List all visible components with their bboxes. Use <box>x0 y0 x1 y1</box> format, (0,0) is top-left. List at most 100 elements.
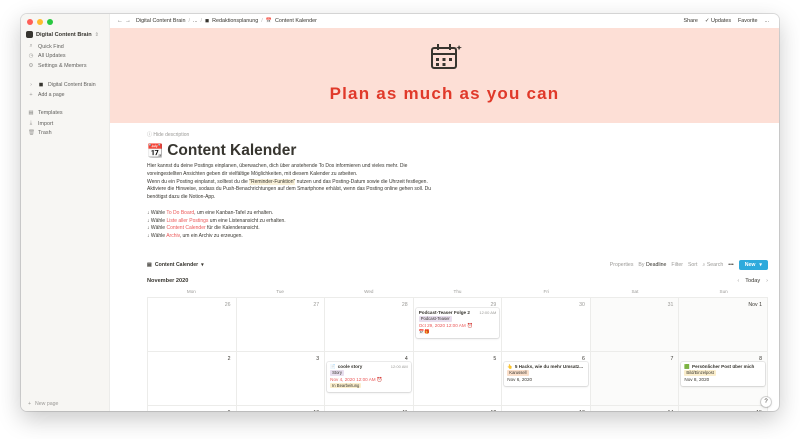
calendar-day-cell[interactable]: 8 🟩 Persönlicher Post über mich Bild/Einzel… <box>679 352 768 406</box>
calendar-card[interactable]: Podcast-Teaser Folge 2 12:00 AM Podcast-Te… <box>415 308 500 339</box>
day-number: 14 <box>668 410 674 411</box>
card-tag: Story <box>330 370 344 376</box>
view-links: ↓ Wähle To Do Board, um eine Kanban-Tafe… <box>147 210 286 240</box>
search-button[interactable]: ⌕ Search <box>702 262 723 269</box>
calendar-day-cell[interactable]: 30 <box>502 298 591 352</box>
trash-icon: 🗑 <box>28 130 35 136</box>
help-button[interactable]: ? <box>761 397 771 407</box>
sidebar: Digital Content Brain ⇕ ⌕ Quick Find ◷ A… <box>21 14 110 411</box>
day-number: 28 <box>401 302 408 308</box>
chevron-left-icon[interactable]: ‹ <box>737 278 739 284</box>
workspace-switcher[interactable]: Digital Content Brain ⇕ <box>26 31 99 38</box>
favorite-button[interactable]: Favorite <box>738 18 757 24</box>
calendar-day-cell[interactable]: 2 <box>148 352 237 406</box>
card-tag: Bild/Einzelpost <box>684 370 716 376</box>
chevron-down-icon[interactable]: ▾ <box>759 262 762 268</box>
chevron-updown-icon: ⇕ <box>94 31 99 38</box>
sort-button[interactable]: Sort <box>688 262 698 268</box>
list-item: ↓ Wähle Liste aller Postings um eine Lis… <box>147 217 286 224</box>
search-icon: ⌕ <box>702 261 706 268</box>
today-button[interactable]: Today <box>745 278 760 284</box>
weekday-label: Thu <box>453 289 462 294</box>
calendar-day-cell[interactable]: 6 👆 5 Hacks, wie du mehr Umsatz... Karussel… <box>502 352 591 406</box>
calendar-day-cell[interactable]: 11 <box>325 406 414 411</box>
sidebar-item-quick-find[interactable]: ⌕ Quick Find <box>28 43 63 50</box>
day-number: 10 <box>313 410 319 411</box>
link-to-do-board[interactable]: To Do Board <box>166 210 194 216</box>
calendar-day-cell[interactable]: 5 <box>413 352 503 406</box>
calendar-day-cell[interactable]: Nov 1 <box>679 298 768 352</box>
sidebar-item-templates[interactable]: ▦ Templates <box>28 110 62 116</box>
calendar-icon[interactable]: 📆 <box>147 143 163 159</box>
card-date: Nov 8, 2020 <box>684 376 710 382</box>
calendar-day-cell[interactable]: 31 <box>590 298 680 352</box>
search-icon: ⌕ <box>29 43 33 49</box>
day-number: Nov 1 <box>748 302 762 308</box>
breadcrumb-item[interactable]: Redaktionsplanung <box>212 18 258 24</box>
filter-button[interactable]: Filter <box>671 262 683 268</box>
forward-arrow-icon[interactable]: → <box>124 18 132 24</box>
calendar-day-cell[interactable]: 26 <box>148 298 237 352</box>
view-switcher[interactable]: ▤ Content Calender ▾ <box>147 262 204 268</box>
day-number: 26 <box>224 302 231 308</box>
sidebar-page-digital-content-brain[interactable]: › ◼ Digital Content Brain <box>28 82 96 88</box>
link-content-calender[interactable]: Content Calender <box>166 225 205 231</box>
sidebar-item-settings[interactable]: ⚙ Settings & Members <box>28 63 87 69</box>
breadcrumb: Digital Content Brain / ... / ◼ Redaktio… <box>136 18 317 24</box>
sidebar-add-page[interactable]: + Add a page <box>28 92 65 98</box>
day-number: 2 <box>227 356 231 362</box>
topbar: ← → Digital Content Brain / ... / ◼ Reda… <box>110 14 779 28</box>
back-arrow-icon[interactable]: ← <box>116 18 124 24</box>
page-title: 📆 Content Kalender <box>147 142 297 159</box>
chevron-right-icon[interactable]: › <box>28 82 34 88</box>
calendar-day-cell[interactable]: 3 <box>236 352 326 406</box>
calendar-card[interactable]: 🟩 Persönlicher Post über mich Bild/Einzelp… <box>681 362 765 386</box>
weekday-label: Sat <box>631 289 639 294</box>
calendar-icon <box>431 44 462 69</box>
sidebar-item-import[interactable]: ⤓ Import <box>28 120 54 127</box>
properties-button[interactable]: Properties <box>610 262 634 268</box>
workspace-avatar-icon <box>26 31 33 38</box>
updates-button[interactable]: ✓ Updates <box>705 18 731 24</box>
sidebar-item-all-updates[interactable]: ◷ All Updates <box>28 53 66 59</box>
calendar-day-cell[interactable]: 10 <box>237 406 326 411</box>
link-liste-aller-postings[interactable]: Liste aller Postings <box>166 218 208 224</box>
breadcrumb-item[interactable]: Digital Content Brain <box>136 18 185 24</box>
weekday-label: Tue <box>276 289 284 294</box>
sidebar-item-label: All Updates <box>38 53 66 59</box>
link-archiv[interactable]: Archiv <box>166 233 180 239</box>
breadcrumb-item-current[interactable]: Content Kalender <box>275 18 317 24</box>
sidebar-item-label: Add a page <box>38 92 65 98</box>
calendar-day-cell[interactable]: 9 <box>148 406 237 411</box>
clock-icon: ◷ <box>28 53 34 59</box>
sidebar-item-trash[interactable]: 🗑 Trash <box>28 130 52 136</box>
calendar-day-cell[interactable]: 14 <box>590 406 680 411</box>
calendar-day-cell[interactable]: 13 <box>502 406 591 411</box>
calendar-day-cell[interactable]: 7 <box>590 352 680 406</box>
calendar-card[interactable]: 👆 5 Hacks, wie du mehr Umsatz... Karussell… <box>504 362 588 386</box>
calendar-day-cell[interactable]: 29 Podcast-Teaser Folge 2 12:00 AM Podcast-… <box>413 298 503 352</box>
app-window: Digital Content Brain ⇕ ⌕ Quick Find ◷ A… <box>21 14 779 411</box>
sidebar-item-label: Digital Content Brain <box>48 82 96 88</box>
calendar-day-cell[interactable]: 4 📄 coole story 12:00 AM Story Nov 4, 2020 12… <box>325 352 414 406</box>
calendar-view-icon: ▤ <box>147 262 152 268</box>
more-button[interactable]: ••• <box>728 262 733 268</box>
new-page-button[interactable]: + New page <box>28 401 58 407</box>
close-window-button[interactable] <box>27 19 33 25</box>
zoom-window-button[interactable] <box>47 19 53 25</box>
calendar-day-cell[interactable]: 27 <box>236 298 326 352</box>
hide-description-button[interactable]: ⓘ Hide description <box>147 131 189 138</box>
by-deadline-button[interactable]: By Deadline <box>638 262 666 268</box>
share-button[interactable]: Share <box>684 18 698 24</box>
window-controls <box>27 19 53 25</box>
new-button[interactable]: New ▾ <box>738 260 768 270</box>
minimize-window-button[interactable] <box>37 19 43 25</box>
calendar-day-cell[interactable]: 15 <box>679 406 768 411</box>
chevron-right-icon[interactable]: › <box>766 278 768 284</box>
breadcrumb-item[interactable]: ... <box>193 18 198 24</box>
more-button[interactable]: ... <box>765 18 770 24</box>
calendar-day-cell[interactable]: 28 <box>325 298 414 352</box>
calendar-card[interactable]: 📄 coole story 12:00 AM Story Nov 4, 2020 12:… <box>327 362 411 393</box>
plus-icon: + <box>29 92 33 98</box>
calendar-day-cell[interactable]: 12📄Story über mein Produkt <box>414 406 503 411</box>
